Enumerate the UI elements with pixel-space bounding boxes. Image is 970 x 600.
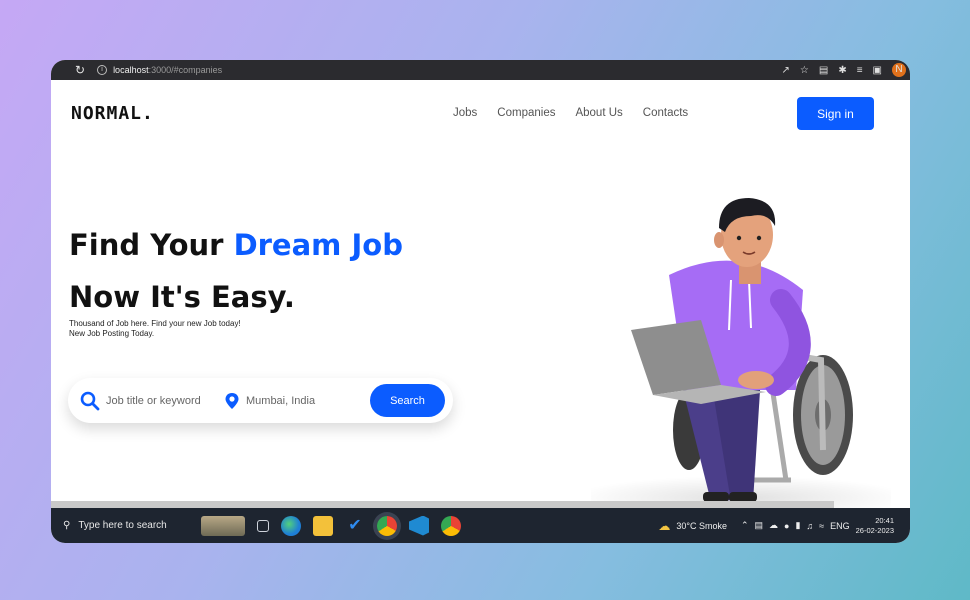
hero-subtitle: Thousand of Job here. Find your new Job …: [69, 319, 241, 338]
clock[interactable]: 20:41 26-02-2023: [856, 516, 894, 536]
file-explorer-icon[interactable]: [313, 515, 333, 536]
hero-title-line2: Now It's Easy.: [69, 280, 295, 314]
taskbar-search-placeholder: Type here to search: [78, 520, 167, 531]
sign-in-button[interactable]: Sign in: [797, 97, 874, 130]
share-icon[interactable]: ↗: [782, 65, 790, 76]
nav-about-us[interactable]: About Us: [575, 107, 622, 119]
chrome-icon[interactable]: [441, 515, 461, 536]
main-nav: Jobs Companies About Us Contacts: [453, 107, 688, 119]
site-info-icon[interactable]: i: [97, 65, 108, 75]
language-indicator[interactable]: ENG: [830, 521, 850, 531]
network-icon[interactable]: ▤: [755, 520, 764, 531]
nav-companies[interactable]: Companies: [497, 107, 555, 119]
search-button[interactable]: Search: [370, 384, 445, 417]
chevron-up-icon[interactable]: ⌃: [741, 520, 749, 531]
taskbar-search-icon: ⚲: [63, 520, 71, 531]
taskbar-apps: ✔: [201, 515, 461, 536]
microphone-icon[interactable]: ●: [784, 521, 789, 531]
screen-frame: ↻ i localhost:3000/#companies ↗ ☆ ▤ ✱ ≡ …: [51, 60, 910, 543]
system-tray: ☁ 30°C Smoke ⌃ ▤ ☁ ● ▮ ♫ ≈ ENG 20:41 26-…: [658, 516, 910, 536]
weather-icon[interactable]: ☁: [658, 519, 670, 533]
search-highlight-image[interactable]: [201, 515, 245, 536]
horizontal-scrollbar[interactable]: [51, 501, 834, 508]
cloud-icon[interactable]: ☁: [769, 520, 778, 531]
chrome-active-icon[interactable]: [377, 515, 397, 536]
person-with-laptop-illustration: [591, 198, 891, 508]
nav-jobs[interactable]: Jobs: [453, 107, 477, 119]
nav-contacts[interactable]: Contacts: [643, 107, 688, 119]
job-search-bar: Job title or keyword Mumbai, India Searc…: [68, 378, 453, 423]
windows-taskbar: ⚲ Type here to search ✔ ☁ 30°C Smoke ⌃ ▤…: [51, 508, 910, 543]
location-input[interactable]: Mumbai, India: [246, 395, 366, 407]
reload-icon[interactable]: ↻: [75, 63, 85, 77]
edge-browser-icon[interactable]: [281, 515, 301, 536]
hero-title-line1: Find Your Dream Job: [69, 228, 403, 262]
reader-icon[interactable]: ▤: [819, 65, 828, 76]
site-logo[interactable]: NORMAL.: [71, 103, 154, 124]
bookmark-star-icon[interactable]: ☆: [800, 65, 809, 76]
playlist-icon[interactable]: ≡: [857, 65, 863, 76]
url-host: localhost: [113, 65, 149, 75]
hero-title-prefix: Find Your: [69, 228, 234, 262]
hero-title-accent: Dream Job: [233, 228, 403, 262]
clock-date: 26-02-2023: [855, 525, 894, 535]
browser-tools: ↗ ☆ ▤ ✱ ≡ ▣ N: [782, 63, 911, 77]
taskbar-search[interactable]: ⚲ Type here to search: [51, 520, 191, 531]
profile-avatar[interactable]: N: [892, 63, 906, 77]
todo-check-icon[interactable]: ✔: [345, 516, 365, 536]
page-content: NORMAL. Jobs Companies About Us Contacts…: [51, 80, 910, 508]
browser-toolbar: ↻ i localhost:3000/#companies ↗ ☆ ▤ ✱ ≡ …: [51, 60, 910, 80]
extensions-icon[interactable]: ✱: [838, 65, 846, 76]
task-view-icon[interactable]: [257, 519, 269, 532]
clock-time: 20:41: [875, 515, 894, 525]
search-icon: [80, 391, 100, 410]
url-path: :3000/#companies: [148, 65, 223, 75]
location-pin-icon: [225, 392, 239, 409]
battery-icon[interactable]: ▮: [795, 520, 800, 531]
vscode-icon[interactable]: [409, 515, 429, 536]
volume-icon[interactable]: ♫: [806, 521, 813, 531]
keyword-input[interactable]: Job title or keyword: [106, 395, 216, 407]
side-panel-icon[interactable]: ▣: [873, 65, 882, 76]
wifi-icon[interactable]: ≈: [819, 521, 824, 531]
weather-text[interactable]: 30°C Smoke: [676, 521, 727, 531]
address-bar[interactable]: localhost:3000/#companies: [113, 65, 222, 75]
